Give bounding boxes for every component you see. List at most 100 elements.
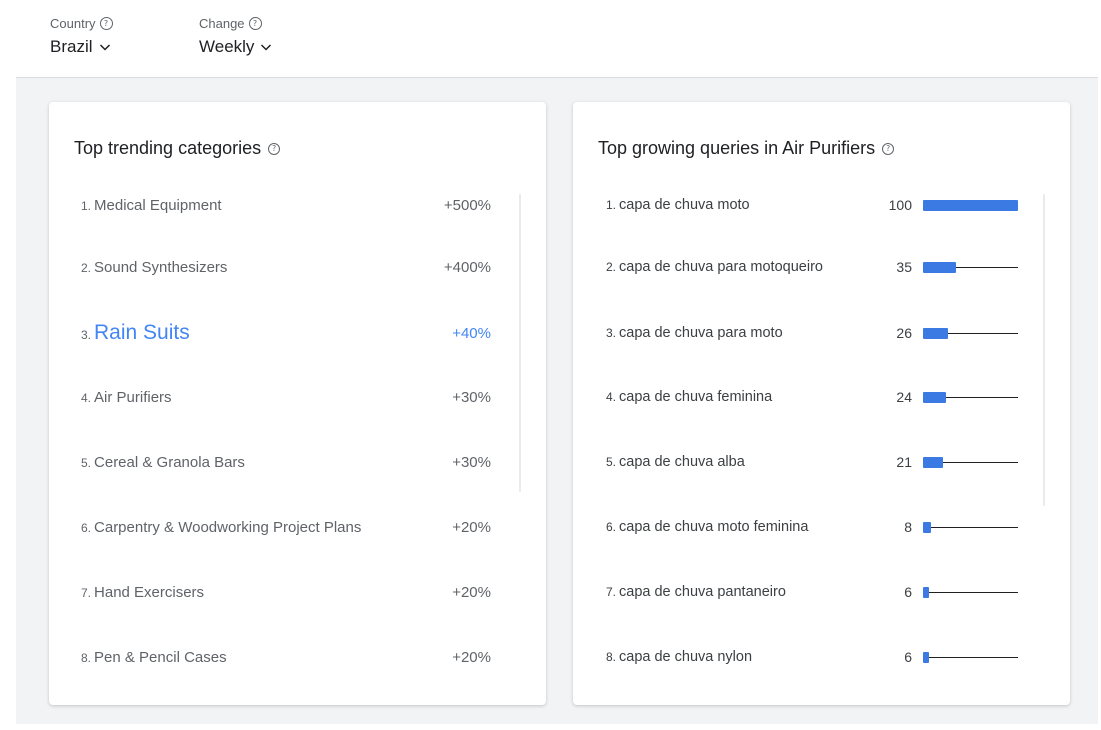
- query-value: 24: [896, 389, 912, 405]
- category-change-percent: +20%: [452, 584, 491, 601]
- query-value: 21: [896, 454, 912, 470]
- categories-title: Top trending categories: [74, 138, 262, 158]
- rank-number: 2.: [606, 260, 617, 274]
- category-label: Pen & Pencil Cases: [94, 649, 227, 666]
- query-label: capa de chuva feminina: [619, 389, 773, 405]
- rank-number: 8.: [81, 651, 92, 665]
- category-name: 7. Hand Exercisers: [81, 584, 204, 601]
- bar-fill: [923, 392, 946, 403]
- change-dropdown[interactable]: Weekly: [199, 37, 272, 57]
- category-change-percent: +20%: [452, 519, 491, 536]
- bar-track: [923, 592, 1018, 593]
- query-name: 3. capa de chuva para moto: [606, 325, 783, 341]
- category-change-percent: +400%: [443, 259, 491, 276]
- rank-number: 2.: [81, 261, 92, 275]
- category-row[interactable]: 8. Pen & Pencil Cases +20%: [49, 643, 546, 673]
- card-title: Top trending categories ?: [74, 138, 281, 159]
- category-row[interactable]: 5. Cereal & Granola Bars +30%: [49, 448, 546, 478]
- category-label: Cereal & Granola Bars: [94, 454, 245, 471]
- bar-track: [923, 657, 1018, 658]
- query-row[interactable]: 8. capa de chuva nylon 6: [573, 643, 1070, 673]
- change-filter-label: Change: [199, 16, 245, 31]
- bar-fill: [923, 587, 929, 598]
- bar-fill: [923, 328, 948, 339]
- category-name: 1. Medical Equipment: [81, 197, 222, 214]
- bar-fill: [923, 200, 1018, 211]
- query-value: 6: [904, 584, 912, 600]
- bar-fill: [923, 262, 956, 273]
- query-name: 8. capa de chuva nylon: [606, 649, 752, 665]
- category-name: 2. Sound Synthesizers: [81, 259, 227, 276]
- rank-number: 5.: [81, 456, 92, 470]
- chevron-down-icon: [99, 44, 110, 51]
- category-label: Sound Synthesizers: [94, 259, 228, 276]
- help-icon[interactable]: ?: [248, 17, 262, 30]
- query-row[interactable]: 4. capa de chuva feminina 24: [573, 383, 1070, 413]
- category-label: Medical Equipment: [94, 197, 222, 214]
- change-filter[interactable]: Change ? Weekly: [199, 16, 272, 57]
- country-filter[interactable]: Country ? Brazil: [50, 16, 113, 57]
- category-name: 5. Cereal & Granola Bars: [81, 454, 245, 471]
- rank-number: 3.: [81, 328, 92, 342]
- top-filter-bar: Country ? Brazil Change ? Weekly: [0, 0, 1101, 78]
- help-icon[interactable]: ?: [99, 17, 113, 30]
- queries-title: Top growing queries in Air Purifiers: [598, 138, 876, 158]
- chevron-down-icon: [261, 44, 272, 51]
- category-name: 8. Pen & Pencil Cases: [81, 649, 227, 666]
- category-row[interactable]: 6. Carpentry & Woodworking Project Plans +…: [49, 513, 546, 543]
- rank-number: 7.: [81, 586, 92, 600]
- bar-fill: [923, 522, 931, 533]
- query-name: 1. capa de chuva moto: [606, 197, 750, 213]
- category-name: 6. Carpentry & Woodworking Project Plans: [81, 519, 361, 536]
- scrollbar[interactable]: [1043, 194, 1045, 506]
- country-dropdown[interactable]: Brazil: [50, 37, 113, 57]
- query-label: capa de chuva para motoqueiro: [619, 259, 823, 275]
- query-value: 35: [896, 259, 912, 275]
- query-row[interactable]: 1. capa de chuva moto 100: [573, 191, 1070, 221]
- category-row[interactable]: 2. Sound Synthesizers +400%: [49, 253, 546, 283]
- category-row[interactable]: 3. Rain Suits +40%: [49, 319, 546, 349]
- rank-number: 4.: [606, 390, 617, 404]
- help-icon[interactable]: ?: [268, 142, 281, 155]
- category-change-percent: +20%: [452, 649, 491, 666]
- query-row[interactable]: 7. capa de chuva pantaneiro 6: [573, 578, 1070, 608]
- query-name: 6. capa de chuva moto feminina: [606, 519, 808, 535]
- query-row[interactable]: 3. capa de chuva para moto 26: [573, 319, 1070, 349]
- query-name: 7. capa de chuva pantaneiro: [606, 584, 786, 600]
- bar-fill: [923, 652, 929, 663]
- main-content: Top trending categories ? 1. Medical Equi…: [16, 78, 1098, 724]
- query-label: capa de chuva moto feminina: [619, 519, 809, 535]
- rank-number: 6.: [606, 520, 617, 534]
- rank-number: 1.: [606, 198, 617, 212]
- query-row[interactable]: 6. capa de chuva moto feminina 8: [573, 513, 1070, 543]
- category-row[interactable]: 7. Hand Exercisers +20%: [49, 578, 546, 608]
- category-change-percent: +40%: [452, 325, 491, 342]
- rank-number: 5.: [606, 455, 617, 469]
- query-label: capa de chuva alba: [619, 454, 745, 470]
- query-row[interactable]: 5. capa de chuva alba 21: [573, 448, 1070, 478]
- query-label: capa de chuva para moto: [619, 325, 783, 341]
- category-label: Hand Exercisers: [94, 584, 205, 601]
- country-filter-label: Country: [50, 16, 96, 31]
- query-name: 4. capa de chuva feminina: [606, 389, 772, 405]
- category-name: 3. Rain Suits: [81, 321, 190, 345]
- query-name: 5. capa de chuva alba: [606, 454, 745, 470]
- query-label: capa de chuva moto: [619, 197, 750, 213]
- query-value: 26: [896, 325, 912, 341]
- scrollbar[interactable]: [519, 194, 521, 492]
- rank-number: 6.: [81, 521, 92, 535]
- top-growing-queries-card: Top growing queries in Air Purifiers ? 1…: [573, 102, 1070, 705]
- category-change-percent: +500%: [443, 197, 491, 214]
- query-row[interactable]: 2. capa de chuva para motoqueiro 35: [573, 253, 1070, 283]
- category-row[interactable]: 4. Air Purifiers +30%: [49, 383, 546, 413]
- query-label: capa de chuva pantaneiro: [619, 584, 786, 600]
- bar-fill: [923, 457, 943, 468]
- card-title: Top growing queries in Air Purifiers ?: [598, 138, 895, 159]
- bar-track: [923, 527, 1018, 528]
- category-row[interactable]: 1. Medical Equipment +500%: [49, 191, 546, 221]
- query-name: 2. capa de chuva para motoqueiro: [606, 259, 823, 275]
- country-value: Brazil: [50, 37, 93, 56]
- category-change-percent: +30%: [452, 454, 491, 471]
- help-icon[interactable]: ?: [882, 142, 895, 155]
- category-change-percent: +30%: [452, 389, 491, 406]
